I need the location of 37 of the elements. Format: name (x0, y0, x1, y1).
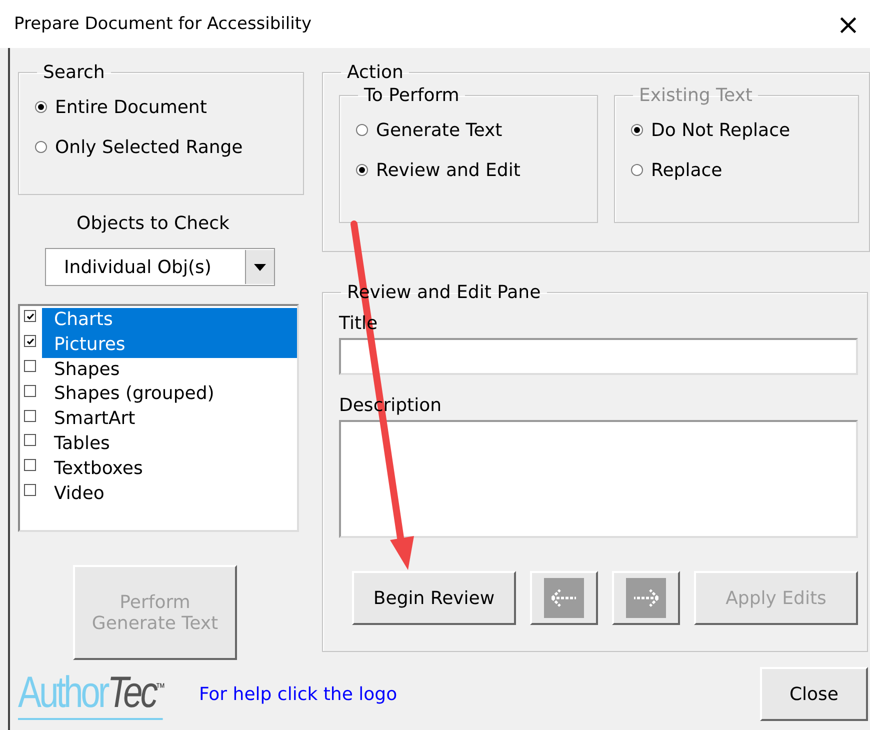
group-label: To Perform (363, 85, 460, 106)
checkbox[interactable] (24, 434, 36, 446)
logo[interactable]: AuthorTec$^{™}$ (18, 668, 163, 720)
window-title: Prepare Document for Accessibility (14, 14, 312, 34)
checkbox[interactable] (24, 360, 36, 372)
radio-icon[interactable] (356, 164, 368, 176)
radio-option[interactable]: Only Selected Range (35, 127, 287, 167)
checkbox[interactable] (24, 410, 36, 422)
group-label: Search (42, 62, 106, 83)
list-item[interactable]: Textboxes (42, 456, 297, 482)
list-item[interactable]: SmartArt (42, 407, 297, 432)
radio-icon[interactable] (356, 124, 368, 136)
group-label: Existing Text (638, 85, 754, 106)
radio-option[interactable]: Entire Document (35, 87, 287, 127)
list-item[interactable]: Tables (42, 432, 297, 457)
checkbox[interactable] (24, 459, 36, 472)
radio-icon[interactable] (35, 141, 47, 153)
checkbox[interactable] (24, 335, 36, 348)
objects-label: Objects to Check (76, 213, 230, 234)
help-link[interactable]: For help click the logo (198, 684, 398, 704)
begin-review-button[interactable]: Begin Review (352, 571, 516, 625)
title-field[interactable] (339, 338, 858, 375)
list-item[interactable]: Shapes (grouped) (42, 382, 297, 408)
close-button[interactable]: Close (760, 667, 868, 721)
list-item[interactable]: Charts (42, 308, 297, 333)
checkbox[interactable] (24, 310, 36, 322)
list-item[interactable]: Pictures (42, 332, 297, 358)
checkbox[interactable] (24, 484, 36, 496)
checkbox[interactable] (24, 384, 36, 397)
radio-option[interactable]: Review and Edit (356, 150, 581, 190)
radio-option[interactable]: Generate Text (356, 110, 581, 150)
description-field[interactable] (339, 420, 858, 538)
object-dropdown[interactable]: Individual Obj(s) (45, 248, 275, 286)
list-item[interactable]: Shapes (42, 358, 297, 382)
radio-icon[interactable] (35, 101, 47, 113)
list-item[interactable]: Video (42, 482, 297, 506)
group-label: Action (346, 62, 404, 83)
